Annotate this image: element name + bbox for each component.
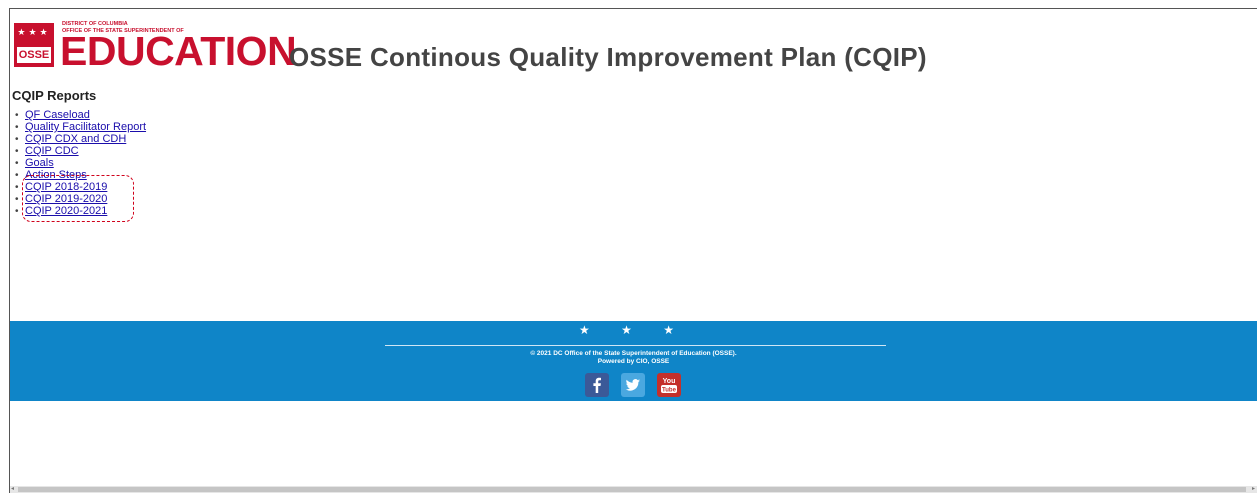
reports-list: • QF Caseload • Quality Facilitator Report… [12, 109, 146, 217]
list-item: • CQIP 2019-2020 [12, 193, 146, 205]
list-item: • Action Steps [12, 169, 146, 181]
browser-viewport: ★★★ OSSE DISTRICT OF COLUMBIA OFFICE OF … [9, 8, 1257, 493]
twitter-icon[interactable] [621, 373, 645, 397]
facebook-icon[interactable] [585, 373, 609, 397]
page-title: OSSE Continous Quality Improvement Plan … [289, 42, 927, 72]
report-link-cqip-cdc[interactable]: CQIP CDC [25, 145, 79, 157]
svg-text:Tube: Tube [662, 388, 677, 394]
report-link-cqip-2019-2020[interactable]: CQIP 2019-2020 [25, 193, 107, 205]
report-link-qf-caseload[interactable]: QF Caseload [25, 109, 90, 121]
list-item: • Quality Facilitator Report [12, 121, 146, 133]
powered-by-text: Powered by CIO, OSSE [597, 358, 670, 365]
footer-stars: ★ ★ ★ [579, 323, 688, 337]
reports-heading: CQIP Reports [12, 88, 97, 103]
list-item: • CQIP 2020-2021 [12, 205, 146, 217]
page-footer: ★ ★ ★ © 2021 DC Office of the State Supe… [10, 321, 1257, 401]
logo-stars: ★★★ [17, 27, 51, 37]
list-item: • CQIP 2018-2019 [12, 181, 146, 193]
report-link-cqip-2018-2019[interactable]: CQIP 2018-2019 [25, 181, 107, 193]
logo-badge: ★★★ OSSE [14, 23, 54, 67]
list-item: • CQIP CDX and CDH [12, 133, 146, 145]
youtube-icon[interactable]: You Tube [657, 373, 681, 397]
footer-divider [385, 345, 886, 346]
report-link-cqip-cdx-cdh[interactable]: CQIP CDX and CDH [25, 133, 126, 145]
scrollbar-thumb[interactable] [18, 487, 1246, 492]
svg-text:You: You [663, 378, 676, 385]
report-link-goals[interactable]: Goals [25, 157, 54, 169]
report-link-quality-facilitator[interactable]: Quality Facilitator Report [25, 121, 146, 133]
list-item: • CQIP CDC [12, 145, 146, 157]
report-link-cqip-2020-2021[interactable]: CQIP 2020-2021 [25, 205, 107, 217]
logo-badge-text: OSSE [17, 47, 51, 63]
osse-logo[interactable]: ★★★ OSSE DISTRICT OF COLUMBIA OFFICE OF … [14, 19, 297, 72]
report-link-action-steps[interactable]: Action Steps [25, 169, 87, 181]
footer-copyright: © 2021 DC Office of the State Superinten… [10, 350, 1257, 366]
scroll-left-icon[interactable]: ◂ [11, 485, 14, 493]
list-item: • QF Caseload [12, 109, 146, 121]
copyright-text: © 2021 DC Office of the State Superinten… [530, 350, 737, 357]
list-item: • Goals [12, 157, 146, 169]
page-header: ★★★ OSSE DISTRICT OF COLUMBIA OFFICE OF … [10, 9, 1257, 89]
bullet-icon: • [15, 206, 19, 217]
horizontal-scrollbar[interactable]: ◂ ▸ [10, 486, 1257, 493]
scroll-right-icon[interactable]: ▸ [1252, 485, 1255, 493]
logo-wordmark: EDUCATION [60, 28, 297, 74]
